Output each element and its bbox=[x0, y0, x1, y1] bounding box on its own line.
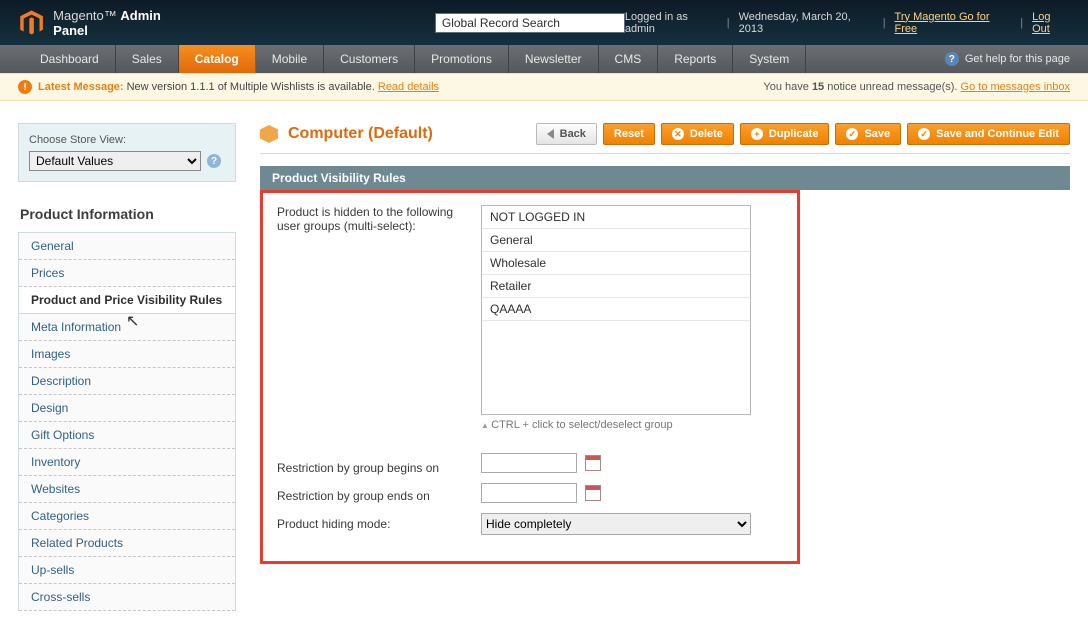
nav-customers[interactable]: Customers bbox=[324, 45, 415, 73]
end-date-input[interactable] bbox=[481, 483, 577, 503]
tab-related-products[interactable]: Related Products bbox=[19, 530, 235, 557]
calendar-icon[interactable] bbox=[585, 455, 601, 471]
plus-icon: + bbox=[751, 128, 763, 140]
main-area: Choose Store View: Default Values ? Prod… bbox=[0, 101, 1088, 633]
content: Computer (Default) Back Reset ✕Delete +D… bbox=[260, 123, 1070, 611]
visibility-form: Product is hidden to the following user … bbox=[260, 190, 800, 564]
store-view-select[interactable]: Default Values bbox=[29, 151, 201, 171]
groups-label: Product is hidden to the following user … bbox=[277, 205, 467, 233]
tab-images[interactable]: Images bbox=[19, 341, 235, 368]
begin-date-input[interactable] bbox=[481, 453, 577, 473]
delete-icon: ✕ bbox=[672, 128, 684, 140]
messages-inbox-link[interactable]: Go to messages inbox bbox=[961, 81, 1070, 93]
nav-promotions[interactable]: Promotions bbox=[415, 45, 509, 73]
hiding-mode-select[interactable]: Hide completely bbox=[481, 513, 751, 535]
global-search-input[interactable] bbox=[435, 13, 625, 33]
message-bar: ! Latest Message: New version 1.1.1 of M… bbox=[0, 73, 1088, 101]
group-option[interactable]: Retailer bbox=[482, 275, 750, 298]
delete-button[interactable]: ✕Delete bbox=[661, 123, 734, 145]
save-button[interactable]: ✓Save bbox=[835, 123, 901, 145]
calendar-icon[interactable] bbox=[585, 485, 601, 501]
header: Magento™ Admin Panel Logged in as admin … bbox=[0, 0, 1088, 45]
nav-cms[interactable]: CMS bbox=[599, 45, 659, 73]
content-header: Computer (Default) Back Reset ✕Delete +D… bbox=[260, 123, 1070, 154]
save-continue-button[interactable]: ✓Save and Continue Edit bbox=[907, 123, 1070, 145]
store-view-label: Choose Store View: bbox=[29, 134, 225, 146]
logged-in-text: Logged in as admin bbox=[625, 11, 718, 35]
section-title: Product Visibility Rules bbox=[260, 166, 1070, 190]
mode-label: Product hiding mode: bbox=[277, 517, 467, 531]
group-option[interactable]: QAAAA bbox=[482, 298, 750, 321]
global-search bbox=[435, 13, 625, 33]
notice-count: You have 15 notice unread message(s). Go… bbox=[763, 81, 1070, 93]
sidebar: Choose Store View: Default Values ? Prod… bbox=[18, 123, 236, 611]
latest-message-text: New version 1.1.1 of Multiple Wishlists … bbox=[127, 81, 375, 93]
read-details-link[interactable]: Read details bbox=[378, 81, 439, 93]
groups-multiselect[interactable]: NOT LOGGED IN General Wholesale Retailer… bbox=[481, 205, 751, 415]
tab-prices[interactable]: Prices bbox=[19, 260, 235, 287]
multiselect-hint: CTRL + click to select/deselect group bbox=[481, 419, 783, 431]
logo-text: Magento™ Admin Panel bbox=[53, 8, 195, 38]
header-date: Wednesday, March 20, 2013 bbox=[739, 11, 874, 35]
tab-categories[interactable]: Categories bbox=[19, 503, 235, 530]
tab-meta-information[interactable]: Meta Information bbox=[19, 314, 235, 341]
nav-newsletter[interactable]: Newsletter bbox=[509, 45, 599, 73]
help-icon: ? bbox=[945, 52, 959, 66]
tab-general[interactable]: General bbox=[19, 233, 235, 260]
warning-icon: ! bbox=[18, 80, 32, 94]
nav-catalog[interactable]: Catalog bbox=[179, 45, 256, 73]
tab-cross-sells[interactable]: Cross-sells bbox=[19, 584, 235, 611]
group-option[interactable]: Wholesale bbox=[482, 252, 750, 275]
tab-design[interactable]: Design bbox=[19, 395, 235, 422]
check-icon: ✓ bbox=[846, 128, 858, 140]
logo: Magento™ Admin Panel bbox=[18, 8, 195, 38]
logout-link[interactable]: Log Out bbox=[1032, 11, 1070, 35]
tab-inventory[interactable]: Inventory bbox=[19, 449, 235, 476]
try-magento-link[interactable]: Try Magento Go for Free bbox=[895, 11, 1012, 35]
product-icon bbox=[260, 125, 278, 143]
nav-reports[interactable]: Reports bbox=[658, 45, 733, 73]
check-icon: ✓ bbox=[918, 128, 930, 140]
tab-visibility-rules[interactable]: Product and Price Visibility Rules bbox=[19, 287, 235, 314]
page-title: Computer (Default) bbox=[288, 125, 526, 143]
header-right: Logged in as admin | Wednesday, March 20… bbox=[625, 11, 1070, 35]
group-option[interactable]: NOT LOGGED IN bbox=[482, 206, 750, 229]
latest-message-label: Latest Message: bbox=[38, 81, 124, 93]
action-buttons: Back Reset ✕Delete +Duplicate ✓Save ✓Sav… bbox=[536, 123, 1070, 145]
magento-logo-icon bbox=[18, 9, 45, 37]
tab-gift-options[interactable]: Gift Options bbox=[19, 422, 235, 449]
begin-label: Restriction by group begins on bbox=[277, 461, 467, 475]
back-button[interactable]: Back bbox=[536, 123, 597, 145]
arrow-left-icon bbox=[547, 129, 554, 139]
nav-system[interactable]: System bbox=[733, 45, 806, 73]
sidebar-title: Product Information bbox=[18, 200, 236, 232]
tab-websites[interactable]: Websites bbox=[19, 476, 235, 503]
nav-sales[interactable]: Sales bbox=[116, 45, 179, 73]
nav-mobile[interactable]: Mobile bbox=[256, 45, 324, 73]
nav-dashboard[interactable]: Dashboard bbox=[24, 45, 116, 73]
sidebar-tabs: General Prices Product and Price Visibil… bbox=[18, 232, 236, 611]
end-label: Restriction by group ends on bbox=[277, 489, 467, 503]
main-nav: Dashboard Sales Catalog Mobile Customers… bbox=[0, 45, 1088, 73]
reset-button[interactable]: Reset bbox=[603, 123, 655, 145]
duplicate-button[interactable]: +Duplicate bbox=[740, 123, 830, 145]
tab-description[interactable]: Description bbox=[19, 368, 235, 395]
nav-help-link[interactable]: ? Get help for this page bbox=[927, 45, 1088, 73]
store-view-switcher: Choose Store View: Default Values ? bbox=[18, 123, 236, 182]
store-view-help-icon[interactable]: ? bbox=[207, 154, 221, 168]
group-option[interactable]: General bbox=[482, 229, 750, 252]
